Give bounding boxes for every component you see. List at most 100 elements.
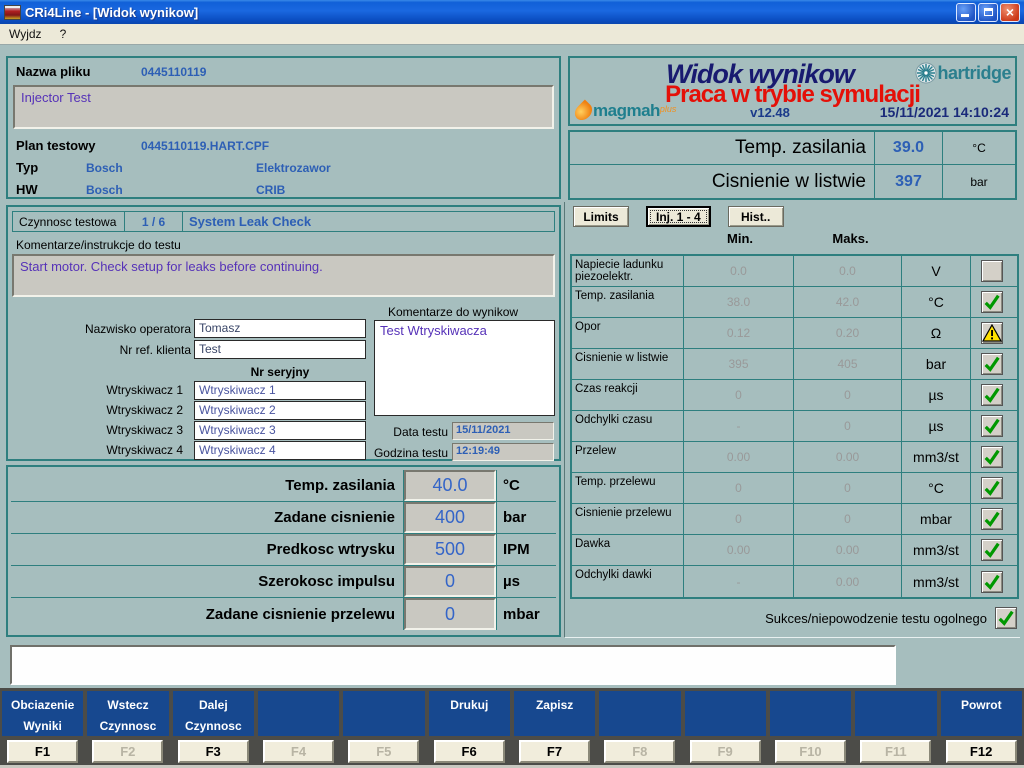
check-icon bbox=[983, 417, 1001, 435]
function-label[interactable]: Zapisz bbox=[514, 691, 595, 736]
function-label[interactable] bbox=[343, 691, 424, 736]
result-unit: Ω bbox=[902, 318, 971, 348]
function-label[interactable] bbox=[599, 691, 680, 736]
result-min-value: 0 bbox=[684, 380, 794, 410]
result-max-value: 0 bbox=[794, 473, 902, 503]
function-key-button[interactable]: F4 bbox=[263, 740, 334, 763]
view-tab-button[interactable]: Inj. 1 - 4 bbox=[646, 206, 711, 227]
result-min-value: 38.0 bbox=[684, 287, 794, 317]
setpoint-unit: bar bbox=[496, 502, 556, 533]
result-min-value: 0.0 bbox=[684, 256, 794, 286]
function-key-button[interactable]: F2 bbox=[92, 740, 163, 763]
result-parameter: Temp. zasilania bbox=[572, 287, 684, 317]
overall-status-indicator bbox=[995, 607, 1017, 629]
result-parameter: Odchylki dawki bbox=[572, 566, 684, 597]
check-icon bbox=[983, 573, 1001, 591]
function-column: F8 bbox=[597, 688, 682, 765]
setpoint-label: Temp. zasilania bbox=[11, 470, 404, 501]
injector-serial-input[interactable]: Wtryskiwacz 2 bbox=[194, 401, 366, 420]
result-min-value: 0.00 bbox=[684, 535, 794, 565]
status-message-box bbox=[10, 645, 896, 685]
live-reading-unit: °C bbox=[943, 132, 1015, 164]
function-key-button[interactable]: F5 bbox=[348, 740, 419, 763]
result-min-value: 395 bbox=[684, 349, 794, 379]
restore-button[interactable] bbox=[978, 3, 998, 22]
function-column: Drukuj F6 bbox=[427, 688, 512, 765]
function-key-button[interactable]: F7 bbox=[519, 740, 590, 763]
setpoint-value: 0 bbox=[404, 598, 496, 630]
menu-exit[interactable]: Wyjdz bbox=[0, 25, 51, 43]
function-key-button[interactable]: F6 bbox=[434, 740, 505, 763]
setpoint-unit: mbar bbox=[496, 598, 556, 630]
function-column: F5 bbox=[341, 688, 426, 765]
results-section: Limits Inj. 1 - 4 Hist.. Min. Maks. Napi… bbox=[564, 202, 1020, 638]
result-max-value: 42.0 bbox=[794, 287, 902, 317]
check-icon bbox=[997, 609, 1015, 627]
result-row: Dawka 0.00 0.00 mm3/st bbox=[572, 535, 1017, 566]
setpoint-value: 0 bbox=[404, 566, 496, 597]
function-key-button[interactable]: F8 bbox=[604, 740, 675, 763]
result-row: Odchylki czasu - 0 µs bbox=[572, 411, 1017, 442]
setpoint-label: Szerokosc impulsu bbox=[11, 566, 404, 597]
function-label[interactable]: Wstecz Czynnosc bbox=[87, 691, 168, 736]
serial-number-header: Nr seryjny bbox=[194, 365, 366, 379]
function-key-button[interactable]: F10 bbox=[775, 740, 846, 763]
result-min-value: 0 bbox=[684, 504, 794, 534]
result-parameter: Napiecie ladunku piezoelektr. bbox=[572, 256, 684, 286]
app-window: CRi4Line - [Widok wynikow] × Wyjdz ? Naz… bbox=[0, 0, 1024, 768]
function-label[interactable]: Obciazenie Wyniki bbox=[2, 691, 83, 736]
results-table: Napiecie ladunku piezoelektr. 0.0 0.0 V bbox=[570, 254, 1019, 599]
minimize-icon bbox=[961, 14, 969, 17]
injector-label: Wtryskiwacz 3 bbox=[8, 423, 183, 437]
setpoint-panel: Temp. zasilania 40.0 °C Zadane cisnienie… bbox=[6, 465, 561, 637]
menu-help[interactable]: ? bbox=[51, 25, 76, 43]
results-comments-input[interactable]: Test Wtryskiwacza bbox=[374, 320, 555, 416]
function-label[interactable] bbox=[258, 691, 339, 736]
live-reading-value: 39.0 bbox=[875, 132, 943, 164]
view-tabs: Limits Inj. 1 - 4 Hist.. bbox=[573, 206, 784, 227]
result-min-value: 0 bbox=[684, 473, 794, 503]
operator-name-input[interactable]: Tomasz bbox=[194, 319, 366, 338]
setpoint-value: 500 bbox=[404, 534, 496, 565]
client-ref-input[interactable]: Test bbox=[194, 340, 366, 359]
result-unit: bar bbox=[902, 349, 971, 379]
view-tab-button[interactable]: Limits bbox=[573, 206, 629, 227]
results-table-header: Min. Maks. bbox=[570, 231, 1017, 246]
function-label[interactable] bbox=[770, 691, 851, 736]
function-label[interactable] bbox=[685, 691, 766, 736]
result-row: Cisnienie w listwie 395 405 bar bbox=[572, 349, 1017, 380]
setpoint-label: Zadane cisnienie bbox=[11, 502, 404, 533]
setpoint-row: Temp. zasilania 40.0 °C bbox=[11, 470, 556, 502]
status-indicator bbox=[981, 446, 1003, 468]
function-key-button[interactable]: F3 bbox=[178, 740, 249, 763]
close-button[interactable]: × bbox=[1000, 3, 1020, 22]
function-label[interactable]: Powrot bbox=[941, 691, 1022, 736]
function-label[interactable] bbox=[855, 691, 936, 736]
function-label[interactable]: Drukuj bbox=[429, 691, 510, 736]
function-label[interactable]: Dalej Czynnosc bbox=[173, 691, 254, 736]
function-key-button[interactable]: F9 bbox=[690, 740, 761, 763]
close-icon: × bbox=[1006, 5, 1014, 19]
injector-label: Wtryskiwacz 2 bbox=[8, 403, 183, 417]
file-name-value: 0445110119 bbox=[141, 65, 206, 79]
test-time-label: Godzina testu bbox=[328, 446, 448, 460]
injector-label: Wtryskiwacz 1 bbox=[8, 383, 183, 397]
restore-icon bbox=[984, 8, 993, 16]
check-icon bbox=[983, 510, 1001, 528]
type-value-1: Bosch bbox=[86, 161, 123, 175]
injector-serial-input[interactable]: Wtryskiwacz 1 bbox=[194, 381, 366, 400]
result-row: Opor 0.12 0.20 Ω bbox=[572, 318, 1017, 349]
setpoint-unit: IPM bbox=[496, 534, 556, 565]
live-reading-row: Cisnienie w listwie 397 bar bbox=[570, 165, 1015, 198]
type-value-2: Elektrozawor bbox=[256, 161, 331, 175]
function-key-button[interactable]: F12 bbox=[946, 740, 1017, 763]
view-tab-button[interactable]: Hist.. bbox=[728, 206, 784, 227]
result-max-value: 0.00 bbox=[794, 566, 902, 597]
function-key-button[interactable]: F11 bbox=[860, 740, 931, 763]
minimize-button[interactable] bbox=[956, 3, 976, 22]
warning-icon bbox=[982, 324, 1002, 342]
function-key-button[interactable]: F1 bbox=[7, 740, 78, 763]
function-column: F11 bbox=[853, 688, 938, 765]
status-indicator bbox=[981, 384, 1003, 406]
setpoint-row: Zadane cisnienie 400 bar bbox=[11, 502, 556, 534]
